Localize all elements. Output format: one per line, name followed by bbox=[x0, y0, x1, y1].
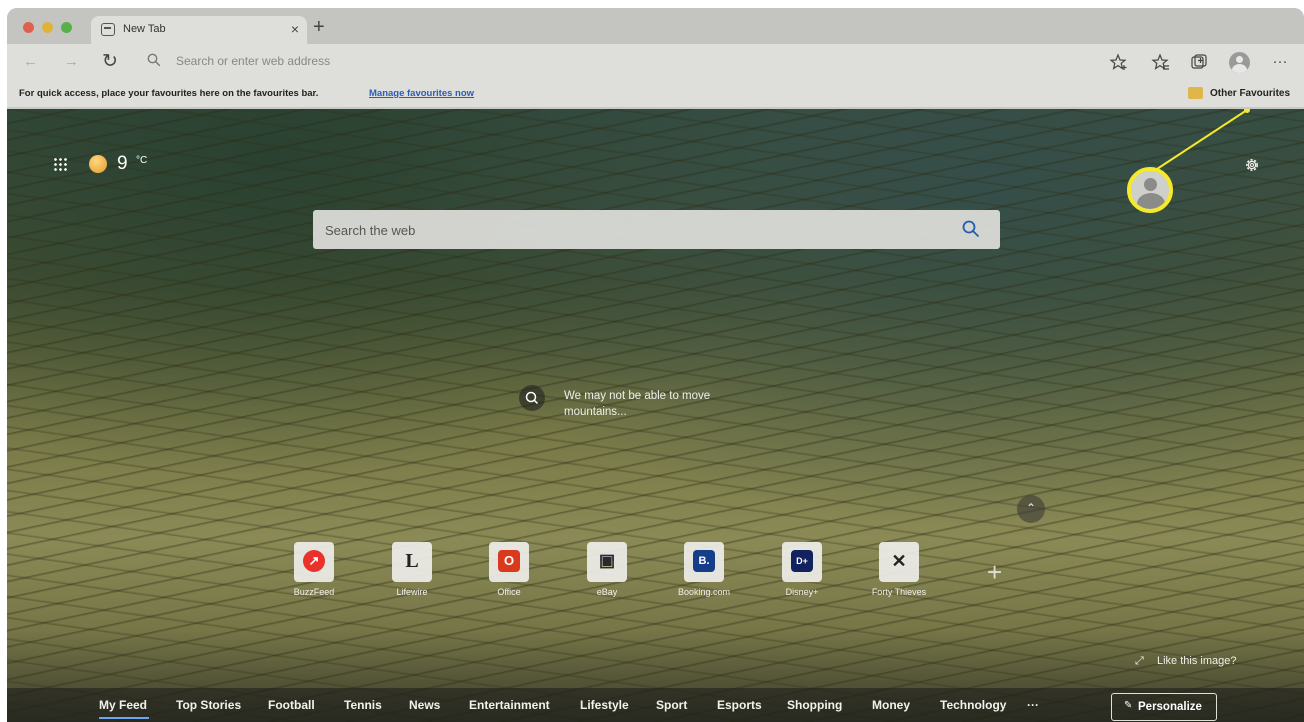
gear-icon[interactable] bbox=[1243, 156, 1261, 174]
quick-link-buzzfeed[interactable]: ↗ BuzzFeed bbox=[284, 542, 344, 602]
profile-avatar-highlight[interactable] bbox=[1127, 167, 1173, 213]
pencil-icon: ✎ bbox=[1124, 700, 1133, 711]
reload-button[interactable]: ↻ bbox=[102, 50, 118, 73]
personalize-label: Personalize bbox=[1138, 701, 1202, 713]
tab-new-tab[interactable]: New Tab × bbox=[91, 16, 307, 44]
new-tab-page: 9 °C Search the web We may not be able t… bbox=[7, 109, 1304, 722]
quick-link-label: Office bbox=[497, 587, 521, 597]
quick-link-forty-thieves[interactable]: ✕ Forty Thieves bbox=[869, 542, 929, 602]
add-quick-link-button[interactable]: + bbox=[987, 557, 1002, 588]
weather-sun-icon[interactable] bbox=[89, 155, 107, 173]
personalize-button[interactable]: ✎ Personalize bbox=[1111, 693, 1217, 721]
search-icon[interactable] bbox=[962, 220, 980, 238]
weather-temperature[interactable]: 9 bbox=[117, 153, 128, 175]
ebay-icon: ▣ bbox=[596, 550, 618, 572]
close-window-button[interactable] bbox=[23, 22, 34, 33]
maximize-window-button[interactable] bbox=[61, 22, 72, 33]
tab-money[interactable]: Money bbox=[872, 698, 910, 712]
feed-tabs-bar: My Feed Top Stories Football Tennis News… bbox=[7, 688, 1304, 722]
active-tab-indicator bbox=[99, 717, 149, 719]
new-tab-button[interactable]: + bbox=[313, 17, 325, 37]
collections-icon[interactable] bbox=[1189, 52, 1209, 72]
office-icon: O bbox=[498, 550, 520, 572]
tab-title: New Tab bbox=[123, 23, 166, 35]
quick-link-booking[interactable]: B. Booking.com bbox=[674, 542, 734, 602]
quick-link-tile: ✕ bbox=[879, 542, 919, 582]
image-info-search-icon[interactable] bbox=[519, 385, 545, 411]
other-favourites-button[interactable]: Other Favourites bbox=[1210, 88, 1290, 99]
forward-button[interactable]: → bbox=[64, 53, 79, 70]
tab-esports[interactable]: Esports bbox=[717, 698, 762, 712]
tab-sport[interactable]: Sport bbox=[656, 698, 687, 712]
quick-link-tile: O bbox=[489, 542, 529, 582]
quick-link-tile: ↗ bbox=[294, 542, 334, 582]
app-launcher-icon[interactable] bbox=[53, 157, 67, 171]
quick-link-label: BuzzFeed bbox=[293, 587, 335, 597]
quick-link-tile: ▣ bbox=[587, 542, 627, 582]
web-search-box[interactable]: Search the web bbox=[313, 210, 1000, 249]
quick-link-disney[interactable]: D+ Disney+ bbox=[772, 542, 832, 602]
weather-unit: °C bbox=[136, 155, 148, 166]
search-icon bbox=[147, 53, 161, 67]
tab-news[interactable]: News bbox=[409, 698, 440, 712]
lifewire-icon: L bbox=[405, 550, 419, 572]
forty-thieves-icon: ✕ bbox=[891, 551, 907, 571]
quick-link-label: Booking.com bbox=[677, 587, 731, 597]
tab-shopping[interactable]: Shopping bbox=[787, 698, 842, 712]
toolbar: ← → ↻ Search or enter web address ··· bbox=[7, 44, 1304, 80]
new-tab-page-icon bbox=[101, 23, 115, 36]
add-favourite-icon[interactable] bbox=[1109, 52, 1129, 72]
booking-icon: B. bbox=[693, 550, 715, 572]
quick-link-label: eBay bbox=[596, 587, 618, 597]
more-menu-button[interactable]: ··· bbox=[1270, 52, 1290, 72]
manage-favourites-link[interactable]: Manage favourites now bbox=[369, 88, 474, 99]
tab-strip: New Tab × + bbox=[7, 8, 1304, 44]
quick-link-label: Lifewire bbox=[396, 587, 428, 597]
tab-lifestyle[interactable]: Lifestyle bbox=[580, 698, 629, 712]
favourites-bar-message: For quick access, place your favourites … bbox=[19, 88, 319, 99]
tab-entertainment[interactable]: Entertainment bbox=[469, 698, 550, 712]
tab-close-icon[interactable]: × bbox=[291, 21, 299, 37]
tab-technology[interactable]: Technology bbox=[940, 698, 1006, 712]
tab-tennis[interactable]: Tennis bbox=[344, 698, 382, 712]
buzzfeed-icon: ↗ bbox=[303, 550, 325, 572]
quick-link-lifewire[interactable]: L Lifewire bbox=[382, 542, 442, 602]
quick-link-ebay[interactable]: ▣ eBay bbox=[577, 542, 637, 602]
quick-link-tile: L bbox=[392, 542, 432, 582]
profile-avatar-button[interactable] bbox=[1229, 52, 1250, 73]
expand-icon: ⤢ bbox=[1135, 655, 1144, 667]
minimize-window-button[interactable] bbox=[42, 22, 53, 33]
tab-top-stories[interactable]: Top Stories bbox=[176, 698, 241, 712]
quick-link-tile: B. bbox=[684, 542, 724, 582]
folder-icon bbox=[1188, 87, 1203, 99]
quick-link-tile: D+ bbox=[782, 542, 822, 582]
quick-link-office[interactable]: O Office bbox=[479, 542, 539, 602]
favourites-bar: For quick access, place your favourites … bbox=[7, 80, 1304, 108]
image-caption[interactable]: We may not be able to move mountains... bbox=[564, 388, 739, 420]
back-button[interactable]: ← bbox=[23, 53, 38, 70]
tab-football[interactable]: Football bbox=[268, 698, 315, 712]
search-input[interactable]: Search the web bbox=[325, 223, 415, 238]
like-image-text[interactable]: Like this image? bbox=[1157, 655, 1267, 667]
feed-more-button[interactable]: ··· bbox=[1027, 698, 1039, 712]
address-bar[interactable]: Search or enter web address bbox=[176, 54, 330, 68]
quick-link-label: Disney+ bbox=[785, 587, 819, 597]
quick-link-label: Forty Thieves bbox=[871, 587, 927, 597]
favourites-icon[interactable] bbox=[1151, 52, 1171, 72]
tab-my-feed[interactable]: My Feed bbox=[99, 698, 147, 712]
collapse-button[interactable]: ⌃ bbox=[1017, 495, 1045, 523]
disney-plus-icon: D+ bbox=[791, 550, 813, 572]
browser-window: New Tab × + ← → ↻ Search or enter web ad… bbox=[7, 8, 1304, 722]
